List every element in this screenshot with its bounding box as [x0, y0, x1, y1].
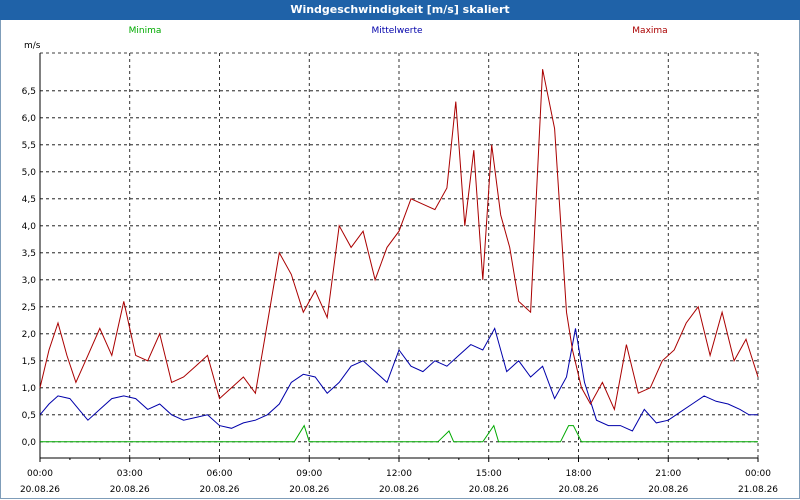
y-tick-label: 0,5 — [22, 411, 36, 421]
legend-entry-minima: Minima — [129, 26, 162, 36]
y-tick-label: 1,0 — [22, 384, 37, 394]
y-tick-label: 5,0 — [22, 168, 37, 178]
y-tick-label: 1,5 — [22, 357, 36, 367]
x-tick-date: 20.08.26 — [558, 485, 598, 495]
x-tick-time: 12:00 — [386, 469, 412, 479]
x-tick-date: 20.08.26 — [110, 485, 150, 495]
x-tick-time: 09:00 — [296, 469, 322, 479]
x-tick-date: 20.08.26 — [199, 485, 239, 495]
legend-entry-maxima: Maxima — [632, 26, 667, 36]
x-tick-time: 06:00 — [207, 469, 233, 479]
x-tick-time: 03:00 — [117, 469, 143, 479]
legend: Minima Mittelwerte Maxima — [129, 26, 668, 36]
grid — [40, 52, 759, 458]
y-axis-label: m/s — [24, 41, 41, 51]
y-tick-label: 2,0 — [22, 330, 37, 340]
x-tick-time: 00:00 — [27, 469, 53, 479]
x-tick-time: 18:00 — [566, 469, 592, 479]
y-tick-label: 4,0 — [22, 222, 37, 232]
wind-speed-chart: 0,0 0,5 1,0 1,5 2,0 2,5 3,0 3,5 4,0 4,5 5,0 5,5 6,0 6… — [20, 26, 778, 495]
y-tick-label: 3,5 — [22, 249, 36, 259]
y-tick-label: 0,0 — [22, 438, 37, 448]
y-tick-label: 5,5 — [22, 141, 36, 151]
x-tick-date: 20.08.26 — [20, 485, 60, 495]
x-tick-date: 21.08.26 — [738, 485, 778, 495]
x-tick-date: 20.08.26 — [469, 485, 509, 495]
x-tick-time: 00:00 — [745, 469, 771, 479]
legend-entry-mittelwerte: Mittelwerte — [371, 26, 422, 36]
x-tick-date: 20.08.26 — [289, 485, 329, 495]
y-tick-label: 4,5 — [22, 195, 36, 205]
x-tick-date: 20.08.26 — [648, 485, 688, 495]
x-tick-time: 21:00 — [655, 469, 681, 479]
y-tick-label: 3,0 — [22, 276, 37, 286]
y-tick-label: 2,5 — [22, 303, 36, 313]
y-tick-label: 6,0 — [22, 114, 37, 124]
x-tick-time: 15:00 — [476, 469, 502, 479]
x-tick-date: 20.08.26 — [379, 485, 419, 495]
y-tick-label: 6,5 — [22, 87, 36, 97]
